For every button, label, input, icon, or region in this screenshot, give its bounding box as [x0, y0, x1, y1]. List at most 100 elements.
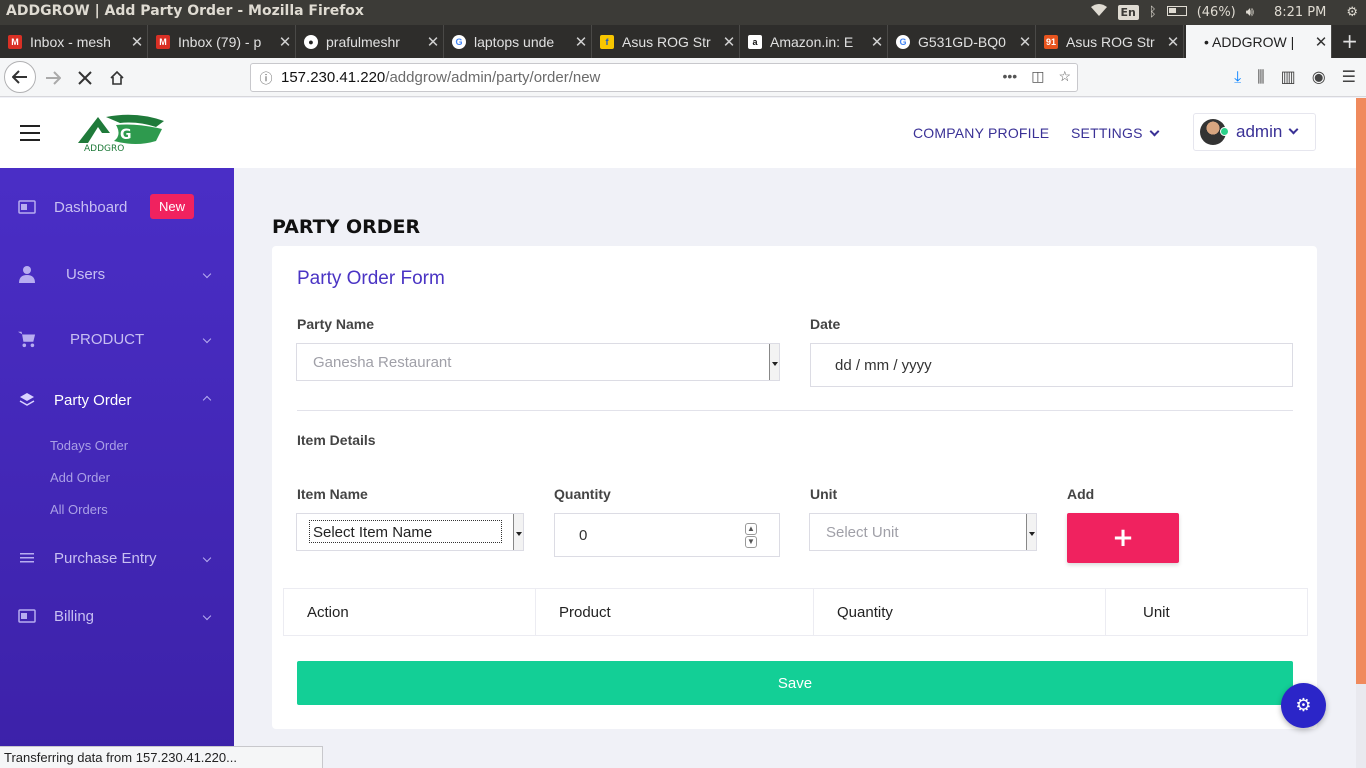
- google-icon: G: [896, 34, 910, 49]
- addgrow-logo[interactable]: G ADDGRO: [76, 113, 166, 154]
- google-icon: G: [452, 34, 466, 49]
- sidebar-subitem-todays-order[interactable]: Todays Order: [50, 438, 128, 453]
- volume-icon[interactable]: 🔊︎: [1246, 5, 1254, 20]
- quantity-stepper[interactable]: 0 ▲ ▼: [554, 513, 780, 557]
- form-title: Party Order Form: [297, 268, 445, 289]
- account-icon[interactable]: ◉: [1312, 67, 1326, 87]
- chevron-up-icon: [202, 395, 212, 405]
- layers-icon: [18, 391, 36, 409]
- home-icon[interactable]: [102, 63, 132, 93]
- new-badge: New: [150, 194, 195, 219]
- forward-arrow-icon[interactable]: [38, 63, 68, 93]
- hamburger-menu-icon[interactable]: [20, 125, 40, 141]
- sidebar-item-label: Purchase Entry: [54, 549, 157, 567]
- sidebar-item-purchase-entry[interactable]: Purchase Entry: [0, 538, 234, 578]
- sidebar-icon[interactable]: ▥: [1281, 67, 1296, 87]
- url-bar[interactable]: ⓘ 157.230.41.220/addgrow/admin/party/ord…: [250, 63, 1078, 92]
- tab-gmail-1[interactable]: M Inbox - mesh ✕: [0, 25, 148, 58]
- dropdown-arrow-icon: [513, 514, 523, 550]
- sidebar-item-product[interactable]: PRODUCT: [0, 319, 234, 359]
- tab-flipkart[interactable]: f Asus ROG Str ✕: [592, 25, 740, 58]
- amazon-icon: a: [748, 34, 762, 49]
- tab-addgrow-active[interactable]: • ADDGROW | ✕: [1186, 25, 1332, 58]
- tab-91mobiles[interactable]: 91 Asus ROG Str ✕: [1036, 25, 1184, 58]
- close-icon[interactable]: ✕: [127, 33, 147, 51]
- menu-icon[interactable]: ☰: [1342, 67, 1356, 87]
- quantity-label: Quantity: [554, 486, 611, 502]
- os-top-bar: ADDGROW | Add Party Order - Mozilla Fire…: [0, 0, 1366, 25]
- browser-status-bar: Transferring data from 157.230.41.220...: [0, 746, 323, 768]
- tab-amazon[interactable]: a Amazon.in: E ✕: [740, 25, 888, 58]
- column-header-quantity: Quantity: [814, 589, 1106, 635]
- date-input[interactable]: dd / mm / yyyy: [810, 343, 1293, 387]
- sidebar-item-label: Party Order: [54, 391, 132, 409]
- chevron-down-icon: [1149, 126, 1160, 137]
- increment-icon[interactable]: ▲: [745, 523, 757, 535]
- unit-select[interactable]: Select Unit: [809, 513, 1037, 551]
- battery-icon[interactable]: [1166, 5, 1187, 20]
- tab-google-laptops[interactable]: G laptops unde ✕: [444, 25, 592, 58]
- close-icon[interactable]: ✕: [423, 33, 443, 51]
- avatar: [1200, 119, 1229, 145]
- wifi-icon[interactable]: [1090, 3, 1108, 21]
- unit-value: Select Unit: [826, 523, 899, 541]
- close-icon[interactable]: ✕: [1015, 33, 1035, 51]
- add-label: Add: [1067, 486, 1095, 502]
- list-icon: [18, 549, 36, 567]
- close-icon[interactable]: ✕: [719, 33, 739, 51]
- info-icon[interactable]: ⓘ: [251, 68, 281, 87]
- settings-fab[interactable]: ⚙: [1281, 683, 1326, 728]
- column-header-action: Action: [284, 589, 536, 635]
- back-arrow-icon[interactable]: [4, 61, 36, 93]
- svg-text:G: G: [120, 127, 132, 143]
- sidebar-item-billing[interactable]: Billing: [0, 596, 234, 636]
- browser-tab-bar: M Inbox - mesh ✕ M Inbox (79) - p ✕ ● pr…: [0, 25, 1366, 58]
- language-indicator[interactable]: En: [1117, 4, 1139, 20]
- close-icon[interactable]: ✕: [1163, 33, 1183, 51]
- sidebar: Dashboard New Users PRODUCT Party Order …: [0, 168, 234, 768]
- save-button[interactable]: Save: [297, 661, 1293, 705]
- pocket-icon[interactable]: ◫: [1031, 68, 1044, 85]
- page-actions-icon[interactable]: •••: [1002, 68, 1017, 85]
- date-placeholder: dd / mm / yyyy: [835, 356, 932, 374]
- clock[interactable]: 8:21 PM: [1274, 5, 1326, 20]
- tab-google-g531[interactable]: G G531GD-BQ0 ✕: [888, 25, 1036, 58]
- item-name-label: Item Name: [297, 486, 368, 502]
- system-tray: En ᛒ (46%) 🔊︎ 8:21 PM ⚙: [1090, 3, 1358, 21]
- user-name: admin: [1236, 122, 1283, 141]
- download-icon[interactable]: ⤓: [1234, 67, 1241, 87]
- close-icon[interactable]: ✕: [275, 33, 295, 51]
- stop-loading-icon[interactable]: [70, 63, 100, 93]
- sidebar-item-users[interactable]: Users: [0, 254, 234, 294]
- close-icon[interactable]: ✕: [571, 33, 591, 51]
- column-header-product: Product: [536, 589, 814, 635]
- settings-menu[interactable]: SETTINGS: [1071, 125, 1160, 141]
- sidebar-item-party-order[interactable]: Party Order: [0, 380, 234, 420]
- company-profile-link[interactable]: COMPANY PROFILE: [913, 125, 1049, 141]
- decrement-icon[interactable]: ▼: [745, 536, 757, 548]
- sidebar-item-dashboard[interactable]: Dashboard: [0, 187, 234, 227]
- sidebar-subitem-add-order[interactable]: Add Order: [50, 470, 110, 485]
- close-icon[interactable]: ✕: [1311, 33, 1331, 51]
- bluetooth-icon[interactable]: ᛒ: [1149, 5, 1157, 20]
- scrollbar-thumb[interactable]: [1356, 98, 1366, 684]
- gmail-icon: M: [8, 34, 22, 49]
- party-name-select[interactable]: Ganesha Restaurant: [296, 343, 780, 381]
- settings-gear-icon[interactable]: ⚙: [1346, 5, 1358, 20]
- user-menu[interactable]: admin: [1193, 113, 1316, 151]
- sidebar-item-label: Billing: [54, 607, 95, 625]
- page-scrollbar[interactable]: [1356, 98, 1366, 768]
- page-title: PARTY ORDER: [272, 216, 421, 238]
- tab-gmail-2[interactable]: M Inbox (79) - p ✕: [148, 25, 296, 58]
- sidebar-subitem-all-orders[interactable]: All Orders: [50, 502, 108, 517]
- quantity-spinner[interactable]: ▲ ▼: [745, 523, 757, 549]
- bookmark-star-icon[interactable]: ☆: [1058, 68, 1071, 85]
- app-header: G ADDGRO COMPANY PROFILE SETTINGS admin: [0, 98, 1356, 168]
- tab-github[interactable]: ● prafulmeshr ✕: [296, 25, 444, 58]
- close-icon[interactable]: ✕: [867, 33, 887, 51]
- add-item-button[interactable]: +: [1067, 513, 1179, 563]
- url-host: 157.230.41.220: [281, 69, 386, 86]
- library-icon[interactable]: ⫼: [1257, 67, 1264, 87]
- column-header-unit: Unit: [1143, 603, 1170, 621]
- new-tab-plus-icon[interactable]: +: [1341, 29, 1358, 53]
